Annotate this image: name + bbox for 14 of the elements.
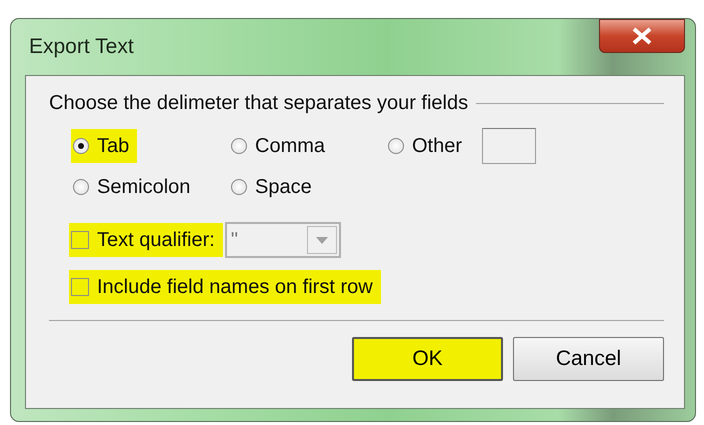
dialog-button[interactable]: Cancel [513, 337, 664, 381]
radio-option[interactable]: Space [229, 170, 320, 204]
other-input-field[interactable] [482, 128, 536, 164]
group-label: Choose the delimeter that separates your fields [49, 91, 468, 116]
include-field-names-checkbox[interactable]: Include field names on first row [69, 270, 381, 304]
dropdown-arrow-icon [316, 236, 328, 244]
radio-option[interactable]: Comma [229, 129, 334, 163]
close-icon [631, 27, 653, 45]
radio-option[interactable]: Tab [71, 129, 138, 163]
radio-option[interactable]: Semicolon [71, 170, 198, 204]
close-button[interactable] [599, 19, 685, 53]
window-title: Export Text [28, 34, 134, 60]
radio-option[interactable]: Other [386, 129, 470, 163]
dialog-button[interactable]: OK [352, 337, 503, 381]
